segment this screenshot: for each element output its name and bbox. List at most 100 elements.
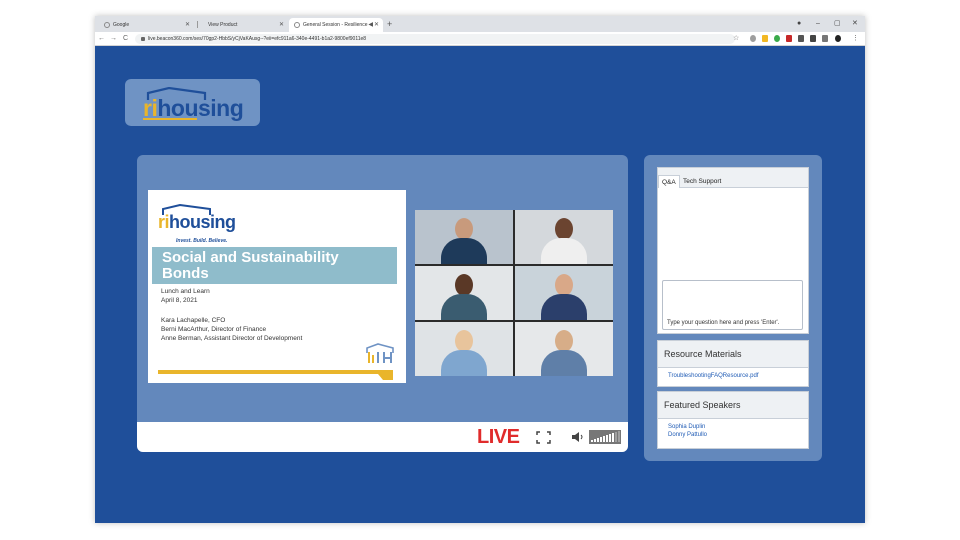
volume-level-bar xyxy=(603,436,605,442)
google-icon xyxy=(104,21,110,28)
slide-tagline: Invest. Build. Believe. xyxy=(176,238,228,244)
volume-level-bar xyxy=(600,437,602,442)
tab-divider xyxy=(197,21,198,28)
volume-level-bar xyxy=(609,434,611,442)
back-button[interactable]: ← xyxy=(98,32,105,46)
tab-label: General Session - Resilience xyxy=(303,22,368,28)
resource-materials-panel: Resource Materials TroubleshootingFAQRes… xyxy=(657,340,809,387)
extension-icon[interactable] xyxy=(750,35,756,42)
volume-slider[interactable] xyxy=(589,430,621,444)
volume-level-bar xyxy=(594,439,596,442)
close-tab-icon[interactable]: ✕ xyxy=(279,18,284,32)
volume-icon[interactable] xyxy=(571,431,585,443)
question-placeholder: Type your question here and press 'Enter… xyxy=(667,320,780,326)
volume-level-bar xyxy=(597,438,599,442)
video-tile xyxy=(415,210,513,264)
tab-general-session[interactable]: General Session - Resilience ◀ ✕ xyxy=(289,18,383,32)
participant-head xyxy=(455,218,473,240)
tab-label: View Product xyxy=(208,22,238,28)
slide-title: Social and Sustainability Bonds xyxy=(162,249,339,282)
lock-icon xyxy=(141,36,145,41)
address-bar: ← → C live.beacon360.com/ses/70gp2-HbbS/… xyxy=(95,32,865,46)
forward-button[interactable]: → xyxy=(110,32,117,46)
slide-accent-bar xyxy=(158,370,393,380)
bookmark-star-icon[interactable]: ☆ xyxy=(733,32,739,46)
participant-video-grid xyxy=(415,210,613,376)
tab-bar: Google ✕ View Product ✕ General Session … xyxy=(95,16,865,32)
globe-icon xyxy=(294,21,300,28)
logo-wordmark: rihousing xyxy=(158,212,236,232)
participant-body xyxy=(541,238,587,264)
video-tile xyxy=(415,322,513,376)
participant-head xyxy=(555,218,573,240)
browser-window: Google ✕ View Product ✕ General Session … xyxy=(95,16,865,523)
volume-level-bar xyxy=(591,440,593,442)
speaker-link[interactable]: Sophia Duplin xyxy=(658,424,808,430)
volume-level-bar xyxy=(606,435,608,442)
rihousing-logo: rihousing xyxy=(141,85,246,121)
minimize-button[interactable]: – xyxy=(816,16,820,32)
maximize-button[interactable]: ▢ xyxy=(834,16,841,32)
tab-google[interactable]: Google ✕ xyxy=(99,18,194,32)
participant-body xyxy=(441,238,487,264)
logo-underline xyxy=(143,118,197,120)
participant-body xyxy=(541,350,587,376)
url-field[interactable]: live.beacon360.com/ses/70gp2-HbbS/yCjVaK… xyxy=(135,34,735,44)
menu-icon[interactable]: ⋮ xyxy=(852,32,859,46)
video-tile xyxy=(515,210,613,264)
video-tile xyxy=(515,322,613,376)
tab-view-product[interactable]: View Product ✕ xyxy=(200,18,288,32)
puzzle-icon[interactable] xyxy=(810,35,816,42)
presentation-slide: rihousing Invest. Build. Believe. Social… xyxy=(148,190,406,383)
resource-materials-title: Resource Materials xyxy=(658,341,808,368)
close-window-button[interactable]: ✕ xyxy=(852,16,858,32)
participant-body xyxy=(441,294,487,320)
participant-head xyxy=(455,274,473,296)
qa-tab-strip: Q&A Tech Support xyxy=(658,168,808,188)
resource-file-link[interactable]: TroubleshootingFAQResource.pdf xyxy=(658,373,808,379)
participant-head xyxy=(555,274,573,296)
extension-icon[interactable] xyxy=(798,35,804,42)
close-tab-icon[interactable]: ✕ xyxy=(374,18,379,32)
reload-button[interactable]: C xyxy=(123,32,128,46)
question-input[interactable]: Type your question here and press 'Enter… xyxy=(662,280,803,330)
fullscreen-icon[interactable] xyxy=(536,431,551,444)
rih-mark-icon xyxy=(366,343,394,363)
qa-box: Q&A Tech Support Type your question here… xyxy=(657,167,809,334)
participant-body xyxy=(441,350,487,376)
featured-speakers-title: Featured Speakers xyxy=(658,392,808,419)
extension-icon[interactable] xyxy=(762,35,768,42)
featured-speakers-panel: Featured Speakers Sophia Duplin Donny Pa… xyxy=(657,391,809,449)
video-player[interactable]: rihousing Invest. Build. Believe. Social… xyxy=(137,155,628,452)
speaker-link[interactable]: Donny Pattullo xyxy=(658,432,808,438)
audio-icon[interactable]: ◀ xyxy=(368,18,373,32)
close-tab-icon[interactable]: ✕ xyxy=(185,18,190,32)
queue-icon[interactable] xyxy=(822,35,828,42)
slide-date: April 8, 2021 xyxy=(161,297,198,304)
tab-label: Google xyxy=(113,22,130,28)
slide-event: Lunch and Learn xyxy=(161,288,210,295)
avatar[interactable] xyxy=(835,35,841,42)
volume-level-bar xyxy=(615,432,617,442)
side-panel: Q&A Tech Support Type your question here… xyxy=(644,155,822,461)
participant-head xyxy=(555,330,573,352)
slide-speaker: Kara Lachapelle, CFO xyxy=(161,317,226,324)
new-tab-button[interactable]: + xyxy=(387,17,392,31)
profile-icon[interactable]: ● xyxy=(797,16,801,32)
extension-icon[interactable] xyxy=(786,35,792,42)
slide-speaker: Anne Berman, Assistant Director of Devel… xyxy=(161,335,303,342)
live-indicator: LIVE xyxy=(477,426,520,448)
video-tile xyxy=(415,266,513,320)
tab-tech-support[interactable]: Tech Support xyxy=(680,175,724,188)
participant-head xyxy=(455,330,473,352)
header-logo-box: rihousing xyxy=(125,79,260,126)
url-text: live.beacon360.com/ses/70gp2-HbbS/yCjVaK… xyxy=(148,36,367,42)
slide-logo: rihousing xyxy=(158,204,248,238)
volume-level-bar xyxy=(612,433,614,442)
slide-speaker: Berni MacArthur, Director of Finance xyxy=(161,326,267,333)
tab-qa[interactable]: Q&A xyxy=(658,175,680,188)
participant-body xyxy=(541,294,587,320)
video-tile xyxy=(515,266,613,320)
extension-icon[interactable] xyxy=(774,35,780,42)
volume-level-bar xyxy=(618,431,620,442)
